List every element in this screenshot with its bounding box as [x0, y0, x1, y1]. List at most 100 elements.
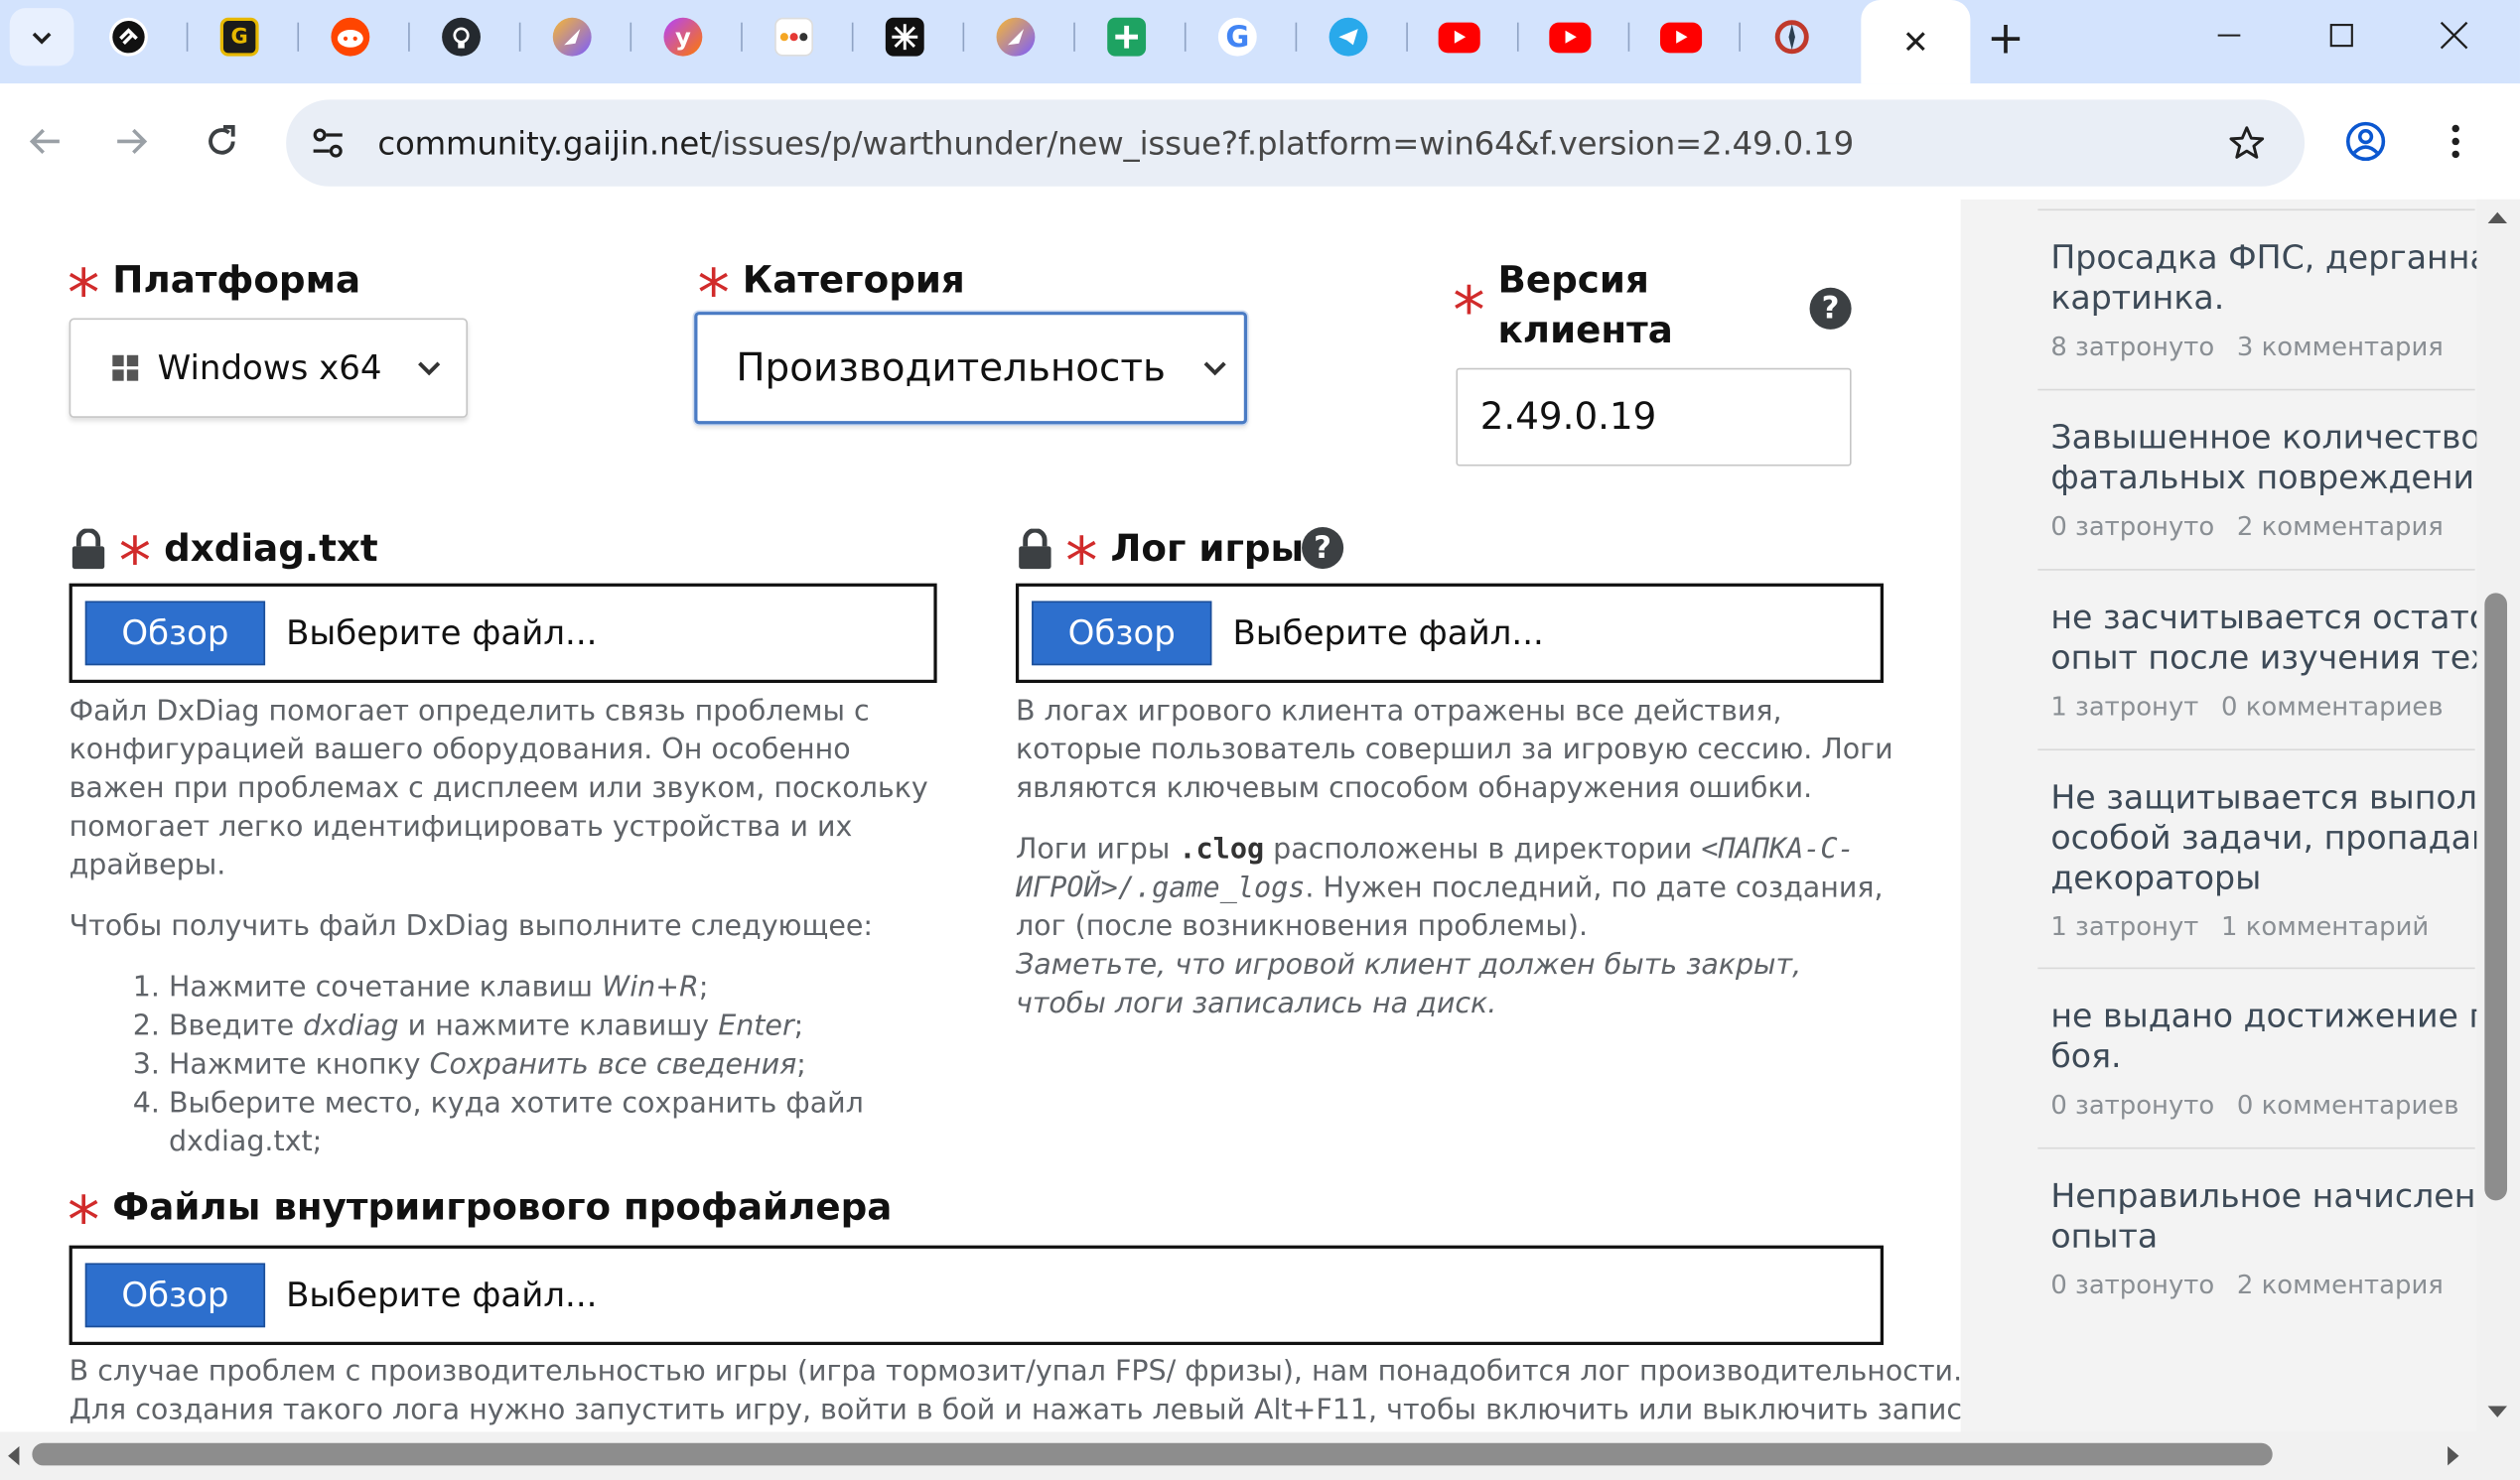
version-label-line1: Версия [1497, 260, 1649, 303]
tab-15[interactable] [1629, 10, 1733, 65]
horizontal-scrollbar-thumb[interactable] [32, 1442, 2273, 1466]
tab-12[interactable] [1297, 10, 1400, 65]
back-button[interactable] [16, 112, 73, 170]
related-issue-title[interactable]: Не защитывается выполн особой задачи, про… [2037, 778, 2520, 898]
related-issue-item[interactable]: не засчитывается остаточ опыт после изуче… [2037, 569, 2512, 722]
related-issue-meta: 1 затронут 1 комментарий [2050, 910, 2430, 942]
dxdiag-step-3: Нажмите кнопку Сохранить все сведения; [169, 1046, 945, 1085]
url-text[interactable]: community.gaijin.net/issues/p/warthunder… [377, 124, 1854, 163]
related-issue-meta: 0 затронуто 2 комментария [2050, 510, 2444, 542]
related-issue-title[interactable]: Просадка ФПС, дерганная картинка. [2037, 238, 2520, 319]
version-label-text: Версия клиента [1498, 257, 1673, 356]
related-issue-meta: 0 затронуто 0 комментариев [2050, 1089, 2459, 1121]
dxdiag-label: * dxdiag.txt [70, 528, 378, 595]
account-circle-icon [2345, 121, 2386, 162]
tab-11[interactable]: G [1187, 10, 1290, 65]
tab-3[interactable] [299, 10, 402, 65]
related-issue-title[interactable]: не выдано достижение по боя. [2037, 997, 2520, 1077]
profile-button[interactable] [2336, 112, 2394, 170]
tab-strip: G y G ✕ + [0, 0, 2520, 84]
required-asterisk: * [1453, 274, 1485, 349]
tab-8[interactable] [853, 10, 956, 65]
related-issues-sidebar: Просадка ФПС, дерганная картинка. 8 затро… [1960, 199, 2520, 1480]
toolbar: community.gaijin.net/issues/p/warthunder… [0, 83, 2520, 200]
vertical-scrollbar-thumb[interactable] [2484, 593, 2508, 1201]
related-issue-meta: 8 затронуто 3 комментария [2050, 331, 2444, 362]
profiler-description: В случае проблем с производительностью и… [69, 1353, 2054, 1430]
lock-icon [1019, 528, 1051, 570]
required-asterisk: * [67, 1184, 100, 1259]
related-issue-item[interactable]: Завышенное количество фатальных поврежден… [2037, 388, 2519, 542]
dxdiag-desc-paragraph: Файл DxDiag помогает определить связь пр… [69, 695, 928, 882]
tab-10[interactable] [1075, 10, 1179, 65]
minimize-button[interactable] [2172, 0, 2285, 70]
tab-search-button[interactable] [9, 8, 74, 67]
dxdiag-step-2: Введите dxdiag и нажмите клавишу Enter; [169, 1008, 945, 1046]
dxdiag-file-input[interactable]: Обзор Выберите файл... [69, 583, 937, 684]
tab-1[interactable] [77, 10, 181, 65]
new-tab-button[interactable]: + [1980, 11, 2031, 64]
profiler-desc-line2: Для создания такого лога нужно запустить… [69, 1395, 2054, 1427]
platform-select[interactable]: Windows x64 [69, 318, 469, 418]
category-select[interactable]: Производительность [694, 312, 1248, 425]
tab-16[interactable] [1741, 10, 1844, 65]
gaijin-icon [1772, 18, 1811, 57]
dxdiag-step-1: Нажмите сочетание клавиш Win+R; [169, 969, 945, 1008]
windows-icon [112, 354, 139, 381]
platform-value: Windows x64 [157, 348, 382, 388]
profiler-file-input[interactable]: Обзор Выберите файл... [69, 1245, 1884, 1346]
category-label: * Категория [697, 260, 964, 326]
tab-14[interactable] [1519, 10, 1622, 65]
scroll-left-icon[interactable] [5, 1444, 21, 1467]
profiler-placeholder: Выберите файл... [286, 1276, 598, 1315]
tab-2[interactable]: G [188, 10, 291, 65]
rocket-icon [552, 17, 592, 57]
star-icon [2229, 126, 2265, 159]
forward-button[interactable] [103, 112, 161, 170]
tab-6[interactable]: y [631, 10, 735, 65]
scroll-down-icon[interactable] [2486, 1405, 2509, 1420]
rocket-icon [996, 17, 1036, 57]
profiler-browse-button[interactable]: Обзор [84, 1263, 266, 1328]
dxdiag-placeholder: Выберите файл... [286, 613, 598, 653]
address-bar[interactable]: community.gaijin.net/issues/p/warthunder… [286, 99, 2306, 187]
platform-label: * Платформа [68, 260, 360, 326]
gamelog-help-icon[interactable]: ? [1302, 526, 1344, 570]
related-issue-title[interactable]: Завышенное количество фатальных поврежден… [2037, 418, 2520, 498]
tab-13[interactable] [1408, 10, 1511, 65]
version-help-icon[interactable]: ? [1809, 287, 1852, 330]
site-info-button[interactable] [299, 114, 356, 172]
related-issue-item[interactable]: не выдано достижение по боя. 0 затронуто 0… [2037, 967, 2510, 1121]
dxdiag-label-text: dxdiag.txt [164, 528, 378, 571]
close-tab-icon[interactable]: ✕ [1902, 23, 1929, 62]
related-issue-title[interactable]: Неправильное начислени опыта [2037, 1176, 2520, 1257]
tab-5[interactable] [520, 10, 624, 65]
related-issue-item[interactable]: Неправильное начислени опыта 0 затронуто 2… [2037, 1146, 2497, 1300]
reload-button[interactable] [193, 112, 250, 170]
related-issue-item[interactable]: Просадка ФПС, дерганная картинка. 8 затро… [2037, 208, 2510, 362]
close-window-button[interactable] [2398, 0, 2510, 70]
scroll-right-icon[interactable] [2447, 1444, 2462, 1467]
url-host: community.gaijin.net [377, 123, 712, 163]
gamelog-browse-button[interactable]: Обзор [1032, 601, 1212, 666]
maximize-button[interactable] [2286, 0, 2398, 70]
dxdiag-browse-button[interactable]: Обзор [84, 601, 266, 666]
gamelog-file-input[interactable]: Обзор Выберите файл... [1015, 583, 1884, 684]
related-issue-item[interactable]: Не защитывается выполн особой задачи, про… [2037, 748, 2499, 942]
arrow-left-icon [29, 128, 60, 155]
version-input[interactable]: 2.49.0.19 [1456, 367, 1852, 467]
bookmark-star-button[interactable] [2224, 120, 2269, 165]
scroll-up-icon[interactable] [2486, 208, 2509, 224]
youtube-icon [1660, 21, 1703, 53]
related-issue-title[interactable]: не засчитывается остаточ опыт после изуче… [2037, 598, 2520, 678]
tab-9[interactable] [964, 10, 1067, 65]
tab-7[interactable] [743, 10, 846, 65]
issue-form: * Платформа Windows x64 * Категория Прои… [0, 200, 2054, 1480]
menu-button[interactable] [2427, 112, 2484, 170]
chevron-down-icon [32, 32, 52, 45]
category-value: Производительность [736, 345, 1166, 391]
tab-active[interactable]: ✕ [1861, 0, 1971, 84]
lock-icon [71, 528, 105, 570]
required-asterisk: * [118, 525, 152, 600]
tab-4[interactable] [410, 10, 513, 65]
